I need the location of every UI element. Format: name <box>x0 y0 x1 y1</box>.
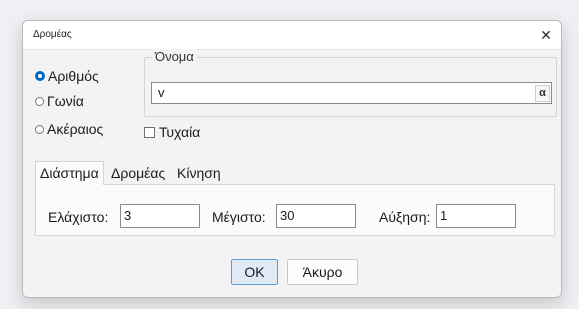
radio-number[interactable]: Αριθμός <box>35 67 99 85</box>
random-checkbox[interactable]: Τυχαία <box>144 123 200 141</box>
min-input[interactable]: 3 <box>120 204 200 228</box>
alpha-symbol-button[interactable]: α <box>535 85 550 102</box>
window-title: Δρομέας <box>33 29 72 40</box>
alpha-icon: α <box>539 87 546 99</box>
radio-integer-label: Ακέραιος <box>47 121 104 137</box>
random-checkbox-label: Τυχαία <box>159 124 201 140</box>
radio-number-label: Αριθμός <box>48 68 99 84</box>
radio-integer[interactable]: Ακέραιος <box>35 120 103 138</box>
tab-interval-label: Διάστημα <box>40 165 99 181</box>
step-input-value: 1 <box>440 208 448 223</box>
tab-slider[interactable]: Δρομέας <box>107 162 169 184</box>
cancel-button[interactable]: Άκυρο <box>287 259 358 285</box>
step-label: Αύξηση: <box>379 209 431 225</box>
min-label: Ελάχιστο: <box>48 209 109 225</box>
step-input[interactable]: 1 <box>436 204 516 228</box>
tab-animation[interactable]: Κίνηση <box>173 162 225 184</box>
radio-checked-icon <box>35 71 45 81</box>
ok-button[interactable]: OK <box>231 259 278 285</box>
radio-angle[interactable]: Γωνία <box>35 92 84 110</box>
radio-unchecked-icon <box>35 96 44 106</box>
radio-unchecked-icon <box>35 124 44 134</box>
close-icon: ✕ <box>540 27 552 43</box>
min-input-value: 3 <box>124 208 132 223</box>
name-input-value: v <box>158 85 165 100</box>
slider-dialog: Δρομέας ✕ Αριθμός Γωνία Ακέραιος Όνομα v… <box>22 20 562 298</box>
max-input[interactable]: 30 <box>276 204 356 228</box>
name-input[interactable]: v <box>151 82 552 104</box>
checkbox-icon <box>144 126 155 138</box>
name-legend: Όνομα <box>152 49 197 64</box>
title-bar[interactable]: Δρομέας ✕ <box>23 21 561 50</box>
tab-slider-label: Δρομέας <box>111 165 166 181</box>
max-input-value: 30 <box>280 208 295 223</box>
tab-animation-label: Κίνηση <box>177 165 221 181</box>
radio-angle-label: Γωνία <box>47 93 84 109</box>
tab-interval[interactable]: Διάστημα <box>35 161 104 185</box>
close-button[interactable]: ✕ <box>535 24 557 46</box>
max-label: Μέγιστο: <box>212 209 266 225</box>
